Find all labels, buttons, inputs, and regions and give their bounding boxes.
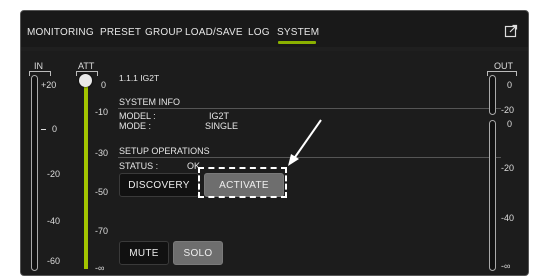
- tab-monitoring[interactable]: MONITORING: [27, 27, 94, 38]
- status-label: STATUS :: [119, 161, 159, 171]
- att-scale-label: -10: [95, 107, 109, 117]
- in-scale-label: +20: [41, 80, 57, 90]
- in-meter: [31, 75, 38, 271]
- solo-button[interactable]: SOLO: [173, 241, 223, 265]
- in-scale-label: 0: [52, 124, 58, 134]
- in-meter-label: IN: [34, 61, 43, 71]
- in-scale-tick: [41, 129, 46, 130]
- tab-system[interactable]: SYSTEM: [277, 27, 319, 38]
- tab-bar: MONITORING PRESET GROUP LOAD/SAVE LOG SY…: [21, 11, 528, 47]
- out-scale-label: -20: [501, 105, 515, 115]
- out-scale-label: 0: [507, 80, 513, 90]
- device-id: 1.1.1 IG2T: [119, 73, 160, 83]
- att-scale-label: -50: [95, 187, 109, 197]
- mute-button[interactable]: MUTE: [119, 241, 169, 265]
- discovery-button[interactable]: DISCOVERY: [119, 173, 199, 197]
- att-scale-label: -∞: [95, 263, 105, 273]
- out-scale-label: -∞: [501, 261, 511, 271]
- att-label: ATT: [78, 61, 95, 71]
- in-scale-label: -20: [47, 169, 61, 179]
- att-scale-label: 0: [101, 80, 107, 90]
- out-meter: [489, 120, 496, 271]
- out-scale-label: -40: [501, 213, 515, 223]
- mode-label: MODE :: [119, 121, 152, 131]
- mode-value: SINGLE: [205, 121, 239, 131]
- content-area: [21, 51, 528, 275]
- model-value: IG2T: [209, 111, 230, 121]
- out-scale-label: -20: [501, 163, 515, 173]
- tab-group[interactable]: GROUP: [145, 27, 183, 38]
- setup-operations-header: SETUP OPERATIONS: [119, 146, 210, 156]
- tab-preset[interactable]: PRESET: [100, 27, 141, 38]
- tab-log[interactable]: LOG: [248, 27, 270, 38]
- out-scale-label: 0: [507, 119, 513, 129]
- device-panel: MONITORING PRESET GROUP LOAD/SAVE LOG SY…: [20, 10, 529, 276]
- active-tab-indicator: [278, 41, 316, 44]
- in-scale-label: -60: [47, 256, 61, 266]
- section-divider: [118, 108, 501, 109]
- att-scale-label: -30: [95, 148, 109, 158]
- system-info-header: SYSTEM INFO: [119, 97, 181, 107]
- att-fader-knob[interactable]: [79, 74, 92, 87]
- att-scale-label: -70: [95, 226, 109, 236]
- popout-icon[interactable]: [504, 24, 518, 38]
- in-scale-label: -40: [47, 216, 61, 226]
- tab-load-save[interactable]: LOAD/SAVE: [185, 27, 243, 38]
- activate-highlight-box: [198, 167, 287, 198]
- pointer-arrow-icon: [288, 119, 322, 166]
- model-label: MODEL :: [119, 111, 156, 121]
- out-meter-label: OUT: [494, 61, 513, 71]
- out-meter-top: [489, 75, 496, 115]
- att-fader-track[interactable]: [84, 81, 88, 269]
